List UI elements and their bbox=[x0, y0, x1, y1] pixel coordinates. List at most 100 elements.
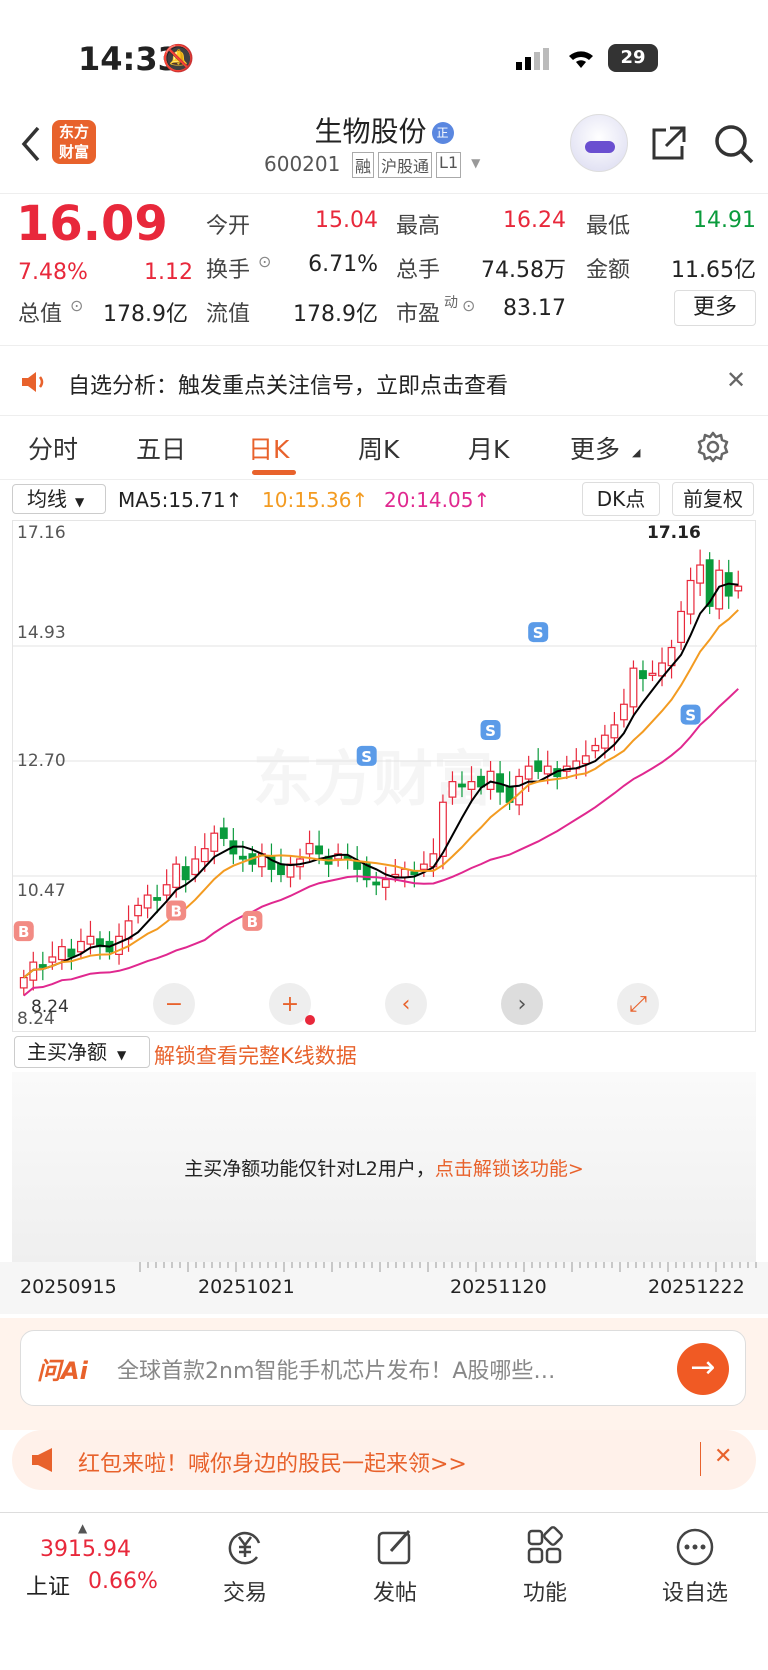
pe-value: 83.17 bbox=[503, 296, 566, 321]
verified-badge-icon: 正 bbox=[431, 122, 454, 144]
next-button[interactable]: › bbox=[501, 983, 543, 1025]
candle-body bbox=[734, 585, 743, 592]
high-marker-label: 17.16 bbox=[647, 523, 701, 543]
amount-value: 11.65亿 bbox=[671, 258, 756, 283]
dropdown-icon[interactable]: ▼ bbox=[471, 156, 480, 178]
nav-label: 功能 bbox=[522, 1581, 567, 1606]
dk-button[interactable]: DK点 bbox=[582, 482, 660, 516]
tab-indicator bbox=[252, 470, 296, 475]
ai-search-box[interactable]: 问Ai 全球首款2nm智能手机芯片发布！A股哪些… → bbox=[20, 1330, 746, 1406]
tab-more[interactable]: 更多 bbox=[570, 430, 620, 466]
candle-body bbox=[400, 868, 409, 878]
candle-body bbox=[48, 956, 57, 963]
badge-margin: 融 bbox=[352, 152, 375, 178]
pe-label: 市盈 bbox=[396, 302, 441, 327]
adjust-button[interactable]: 前复权 bbox=[672, 482, 754, 516]
indicator-panel-text: 主买净额功能仅针对L2用户， bbox=[184, 1158, 435, 1180]
tab-daily[interactable]: 日K bbox=[248, 430, 289, 466]
ma-bar: 均线 ▼ MA5:15.71↑ 10:15.36↑ 20:14.05↑ DK点 前… bbox=[0, 480, 768, 520]
wifi-icon bbox=[565, 46, 597, 70]
ma5-value: MA5:15.71↑ bbox=[118, 488, 243, 512]
ma-selector[interactable]: 均线 ▼ bbox=[12, 484, 106, 514]
candle-body bbox=[38, 964, 47, 968]
share-icon[interactable] bbox=[648, 124, 688, 164]
ai-submit-arrow-icon[interactable]: → bbox=[677, 1343, 729, 1395]
indicator-unlock-link[interactable]: 点击解锁该功能> bbox=[435, 1158, 584, 1180]
badge-level: L1 bbox=[436, 152, 462, 178]
more-dots-icon bbox=[676, 1528, 714, 1566]
search-icon[interactable] bbox=[712, 122, 756, 166]
info-icon[interactable]: ⊙ bbox=[70, 296, 83, 315]
yen-exchange-icon bbox=[228, 1531, 261, 1565]
candle-body bbox=[600, 734, 609, 749]
y-tick-label: 17.16 bbox=[17, 523, 66, 543]
red-packet-banner[interactable]: 红包来啦！喊你身边的股民一起来领>> ✕ bbox=[0, 1430, 768, 1510]
candle-body bbox=[381, 879, 390, 888]
tab-intraday[interactable]: 分时 bbox=[28, 430, 78, 466]
prev-button[interactable]: ‹ bbox=[385, 983, 427, 1025]
stock-code: 600201 bbox=[264, 152, 341, 176]
sell-marker[interactable]: S bbox=[480, 720, 501, 741]
expand-button[interactable]: ⤢ bbox=[617, 983, 659, 1025]
candle-body bbox=[610, 724, 619, 739]
buy-marker[interactable]: B bbox=[242, 910, 263, 931]
candle-body bbox=[19, 976, 28, 989]
tab-monthly[interactable]: 月K bbox=[468, 430, 509, 466]
candle-body bbox=[486, 770, 495, 790]
candle-body bbox=[305, 842, 314, 855]
marker-label: S bbox=[485, 722, 496, 740]
sell-marker[interactable]: S bbox=[680, 704, 701, 725]
megaphone-icon bbox=[30, 1446, 60, 1474]
candle-body bbox=[639, 670, 647, 680]
index-value[interactable]: 3915.94 bbox=[40, 1537, 131, 1562]
sell-marker[interactable]: S bbox=[528, 622, 549, 643]
signal-icon bbox=[516, 48, 552, 70]
close-icon[interactable]: ✕ bbox=[726, 366, 746, 394]
change-pct: 7.48% bbox=[18, 260, 88, 285]
ma-selector-label: 均线 bbox=[27, 487, 67, 511]
date-label: 20251222 bbox=[648, 1276, 745, 1298]
zoom-out-button[interactable]: − bbox=[153, 983, 195, 1025]
nav-post[interactable]: 发帖 bbox=[320, 1513, 470, 1643]
tab-weekly[interactable]: 周K bbox=[358, 430, 399, 466]
mktcap-value: 178.9亿 bbox=[103, 302, 188, 327]
nav-trade[interactable]: 交易 bbox=[170, 1513, 320, 1643]
buy-marker[interactable]: B bbox=[166, 900, 187, 921]
dropdown-icon: ▼ bbox=[75, 495, 85, 509]
candle-body bbox=[686, 579, 695, 615]
candle-body bbox=[134, 904, 143, 917]
tab-5day[interactable]: 五日 bbox=[136, 430, 186, 466]
candle-body bbox=[353, 860, 362, 870]
unlock-link[interactable]: 解锁查看完整K线数据 bbox=[154, 1040, 357, 1070]
notice-bar[interactable]: 自选分析：触发重点关注信号，立即点击查看 ✕ bbox=[0, 350, 768, 416]
stock-header: 东方 财富 生物股份 正 600201 融 沪股通 L1 ▼ bbox=[0, 110, 768, 194]
sell-marker[interactable]: S bbox=[356, 745, 377, 766]
float-label: 流值 bbox=[206, 302, 251, 327]
marker-label: B bbox=[170, 903, 181, 921]
grid-icon bbox=[527, 1526, 563, 1564]
nav-watchlist[interactable]: 设自选 bbox=[620, 1513, 768, 1643]
settings-gear-icon[interactable] bbox=[696, 430, 730, 464]
divider bbox=[700, 1442, 701, 1476]
marker-label: S bbox=[361, 748, 372, 766]
nav-label: 交易 bbox=[222, 1581, 267, 1606]
close-icon[interactable]: ✕ bbox=[714, 1444, 732, 1469]
turnover-value: 6.71% bbox=[308, 252, 378, 277]
indicator-selector[interactable]: 主买净额 ▼ bbox=[14, 1036, 150, 1068]
high-value: 16.24 bbox=[503, 208, 566, 233]
kline-chart[interactable]: 东方财富 BBBSSSS 17.16 14.93 12.70 10.47 8.2… bbox=[12, 520, 757, 1032]
indicator-panel: 主买净额功能仅针对L2用户，点击解锁该功能> bbox=[12, 1072, 756, 1262]
candle-body bbox=[696, 564, 705, 584]
open-label: 今开 bbox=[206, 214, 251, 239]
ai-input[interactable]: 全球首款2nm智能手机芯片发布！A股哪些… bbox=[117, 1353, 657, 1385]
banner-text: 红包来啦！喊你身边的股民一起来领>> bbox=[78, 1452, 467, 1477]
robot-avatar-icon[interactable] bbox=[570, 114, 628, 172]
more-button[interactable]: 更多 bbox=[674, 290, 756, 326]
up-triangle-icon: ▲ bbox=[78, 1521, 88, 1535]
date-label: 20251021 bbox=[198, 1276, 295, 1298]
buy-marker[interactable]: B bbox=[13, 921, 34, 942]
nav-function[interactable]: 功能 bbox=[470, 1513, 620, 1643]
volume-value: 74.58万 bbox=[481, 258, 566, 283]
candle-body bbox=[191, 858, 200, 876]
info-icon[interactable]: ⊙ bbox=[258, 252, 271, 271]
